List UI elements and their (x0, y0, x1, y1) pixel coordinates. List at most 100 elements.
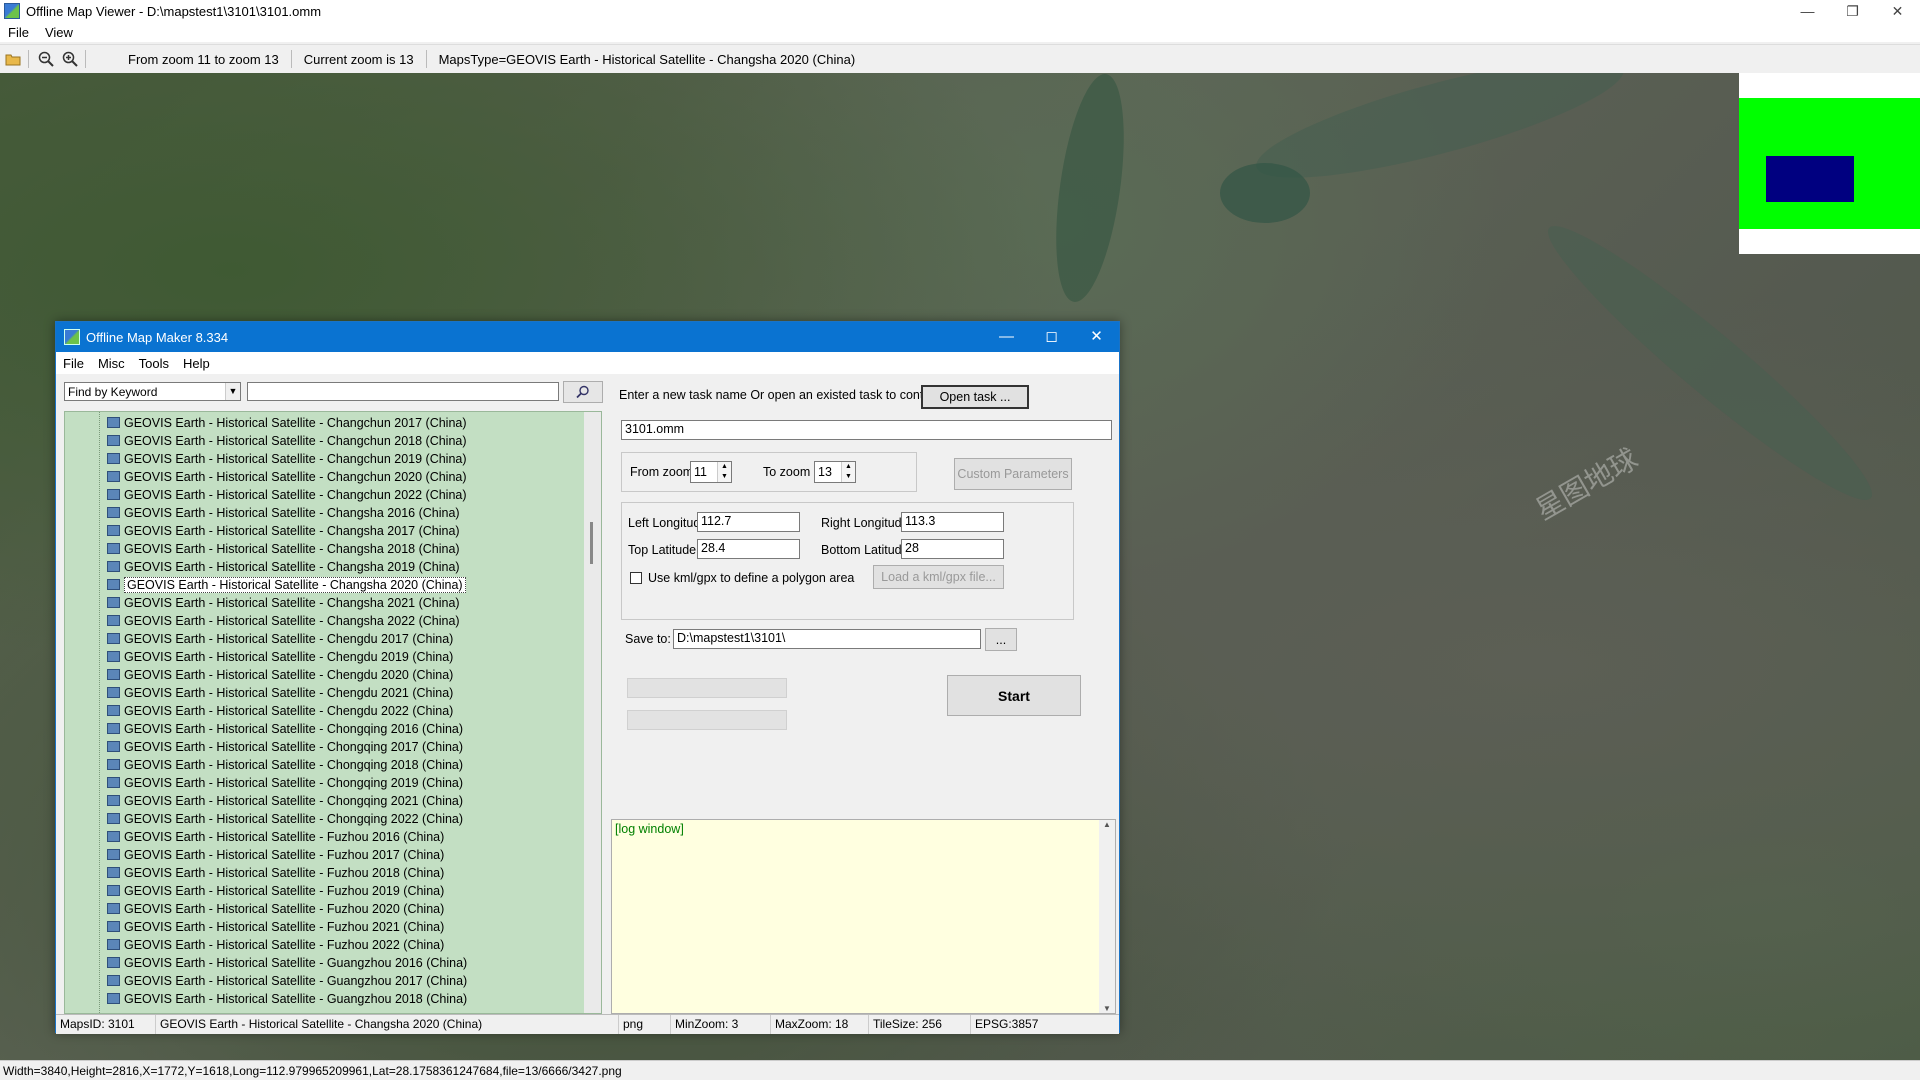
status-tile-size: TileSize: 256 (869, 1015, 971, 1034)
tree-item[interactable]: GEOVIS Earth - Historical Satellite - Gu… (107, 990, 467, 1007)
tree-item-label: GEOVIS Earth - Historical Satellite - Ch… (124, 667, 454, 682)
tree-item[interactable]: GEOVIS Earth - Historical Satellite - Ch… (107, 486, 467, 503)
tree-item[interactable]: GEOVIS Earth - Historical Satellite - Gu… (107, 954, 467, 971)
spin-arrows-icon[interactable]: ▲ ▼ (841, 462, 855, 482)
tree-item[interactable]: GEOVIS Earth - Historical Satellite - Fu… (107, 882, 444, 899)
map-layer-icon (107, 597, 120, 608)
tree-item[interactable]: GEOVIS Earth - Historical Satellite - Ch… (107, 648, 453, 665)
load-kml-button[interactable]: Load a kml/gpx file... (873, 565, 1004, 589)
start-button[interactable]: Start (947, 675, 1081, 716)
tree-item[interactable]: GEOVIS Earth - Historical Satellite - Fu… (107, 936, 444, 953)
status-maps-id: MapsID: 3101 (56, 1015, 156, 1034)
open-folder-icon[interactable] (2, 48, 24, 70)
map-layer-icon (107, 957, 120, 968)
tree-item-label: GEOVIS Earth - Historical Satellite - Ch… (124, 559, 460, 574)
map-layer-icon (107, 669, 120, 680)
app-icon (4, 3, 20, 19)
bottom-latitude-input[interactable]: 28 (901, 539, 1004, 559)
menu-file[interactable]: File (0, 25, 37, 40)
tree-item[interactable]: GEOVIS Earth - Historical Satellite - Ch… (107, 774, 463, 791)
save-to-input[interactable]: D:\mapstest1\3101\ (673, 629, 981, 649)
tree-scrollbar[interactable] (584, 412, 601, 1013)
left-longitude-label: Left Longitude (628, 516, 708, 530)
tree-item[interactable]: GEOVIS Earth - Historical Satellite - Ch… (107, 792, 463, 809)
tree-item-label: GEOVIS Earth - Historical Satellite - Ch… (124, 451, 467, 466)
tree-item-label: GEOVIS Earth - Historical Satellite - Ch… (124, 685, 454, 700)
top-latitude-input[interactable]: 28.4 (697, 539, 800, 559)
viewer-status-text: Width=3840,Height=2816,X=1772,Y=1618,Lon… (3, 1063, 622, 1078)
tree-item[interactable]: GEOVIS Earth - Historical Satellite - Ch… (107, 594, 460, 611)
restore-icon[interactable]: ❐ (1830, 0, 1875, 22)
zoom-out-icon[interactable] (35, 48, 57, 70)
tree-item[interactable]: GEOVIS Earth - Historical Satellite - Ch… (107, 738, 463, 755)
kml-checkbox[interactable] (630, 572, 642, 584)
tree-item-label: GEOVIS Earth - Historical Satellite - Ch… (124, 793, 464, 808)
tree-item[interactable]: GEOVIS Earth - Historical Satellite - Ch… (107, 720, 463, 737)
task-name-input[interactable]: 3101.omm (621, 420, 1112, 440)
tree-item[interactable]: GEOVIS Earth - Historical Satellite - Ch… (107, 576, 466, 593)
minimap[interactable] (1739, 73, 1920, 254)
tree-item[interactable]: GEOVIS Earth - Historical Satellite - Ch… (107, 522, 460, 539)
left-longitude-input[interactable]: 112.7 (697, 512, 800, 532)
map-layer-icon (107, 777, 120, 788)
tree-item[interactable]: GEOVIS Earth - Historical Satellite - Ch… (107, 432, 467, 449)
find-mode-select[interactable]: Find by Keyword ▼ (64, 382, 241, 401)
dialog-close-icon[interactable]: ✕ (1074, 322, 1119, 352)
to-zoom-stepper[interactable]: 13 ▲ ▼ (814, 461, 856, 483)
maps-tree[interactable]: GEOVIS Earth - Historical Satellite - Ch… (64, 411, 602, 1014)
search-icon (576, 385, 589, 399)
spin-arrows-icon[interactable]: ▲ ▼ (717, 462, 731, 482)
close-icon[interactable]: ✕ (1875, 0, 1920, 22)
dialog-maximize-icon[interactable]: ◻ (1029, 322, 1074, 352)
tree-item[interactable]: GEOVIS Earth - Historical Satellite - Ch… (107, 702, 453, 719)
tree-item[interactable]: GEOVIS Earth - Historical Satellite - Ch… (107, 504, 460, 521)
map-layer-icon (107, 975, 120, 986)
tree-item-label: GEOVIS Earth - Historical Satellite - Ch… (124, 649, 454, 664)
tree-item-label: GEOVIS Earth - Historical Satellite - Ch… (124, 487, 467, 502)
right-longitude-input[interactable]: 113.3 (901, 512, 1004, 532)
map-layer-icon (107, 741, 120, 752)
tree-item[interactable]: GEOVIS Earth - Historical Satellite - Ch… (107, 558, 460, 575)
status-max-zoom: MaxZoom: 18 (771, 1015, 869, 1034)
tree-item[interactable]: GEOVIS Earth - Historical Satellite - Fu… (107, 900, 444, 917)
minimize-icon[interactable]: — (1785, 0, 1830, 22)
menu-view[interactable]: View (37, 25, 81, 40)
tree-item[interactable]: GEOVIS Earth - Historical Satellite - Fu… (107, 918, 444, 935)
tree-item-label: GEOVIS Earth - Historical Satellite - Fu… (124, 829, 445, 844)
zoom-in-icon[interactable] (59, 48, 81, 70)
chevron-down-icon[interactable]: ▼ (225, 383, 240, 400)
open-task-button[interactable]: Open task ... (921, 385, 1029, 409)
tree-item[interactable]: GEOVIS Earth - Historical Satellite - Ch… (107, 468, 467, 485)
tree-item[interactable]: GEOVIS Earth - Historical Satellite - Ch… (107, 612, 460, 629)
tree-item[interactable]: GEOVIS Earth - Historical Satellite - Fu… (107, 828, 444, 845)
tree-item[interactable]: GEOVIS Earth - Historical Satellite - Ch… (107, 630, 453, 647)
dlg-menu-file[interactable]: File (56, 356, 91, 371)
tree-item[interactable]: GEOVIS Earth - Historical Satellite - Ch… (107, 810, 463, 827)
dlg-menu-misc[interactable]: Misc (91, 356, 132, 371)
progress-bar-current (627, 710, 787, 730)
log-scrollbar[interactable]: ▲ ▼ (1099, 820, 1115, 1013)
tree-item[interactable]: GEOVIS Earth - Historical Satellite - Gu… (107, 972, 467, 989)
from-zoom-stepper[interactable]: 11 ▲ ▼ (690, 461, 732, 483)
browse-button[interactable]: ... (985, 628, 1017, 651)
custom-parameters-button[interactable]: Custom Parameters (954, 458, 1072, 490)
tree-item[interactable]: GEOVIS Earth - Historical Satellite - Ch… (107, 684, 453, 701)
dlg-menu-help[interactable]: Help (176, 356, 217, 371)
tree-item-label: GEOVIS Earth - Historical Satellite - Ch… (124, 595, 460, 610)
map-layer-icon (107, 921, 120, 932)
tree-item[interactable]: GEOVIS Earth - Historical Satellite - Fu… (107, 864, 444, 881)
tree-item[interactable]: GEOVIS Earth - Historical Satellite - Fu… (107, 846, 444, 863)
tree-item[interactable]: GEOVIS Earth - Historical Satellite - Ch… (107, 666, 453, 683)
dialog-app-icon (64, 329, 80, 345)
tree-item[interactable]: GEOVIS Earth - Historical Satellite - Ch… (107, 450, 467, 467)
log-window[interactable]: [log window] ▲ ▼ (611, 819, 1116, 1014)
dlg-menu-tools[interactable]: Tools (132, 356, 176, 371)
minimap-viewport[interactable] (1766, 156, 1854, 202)
dialog-minimize-icon[interactable]: — (984, 322, 1029, 352)
tree-item[interactable]: GEOVIS Earth - Historical Satellite - Ch… (107, 414, 467, 431)
search-button[interactable] (563, 381, 603, 403)
search-input[interactable] (247, 382, 559, 401)
tree-item[interactable]: GEOVIS Earth - Historical Satellite - Ch… (107, 540, 460, 557)
to-zoom-value: 13 (818, 465, 832, 479)
tree-item[interactable]: GEOVIS Earth - Historical Satellite - Ch… (107, 756, 463, 773)
